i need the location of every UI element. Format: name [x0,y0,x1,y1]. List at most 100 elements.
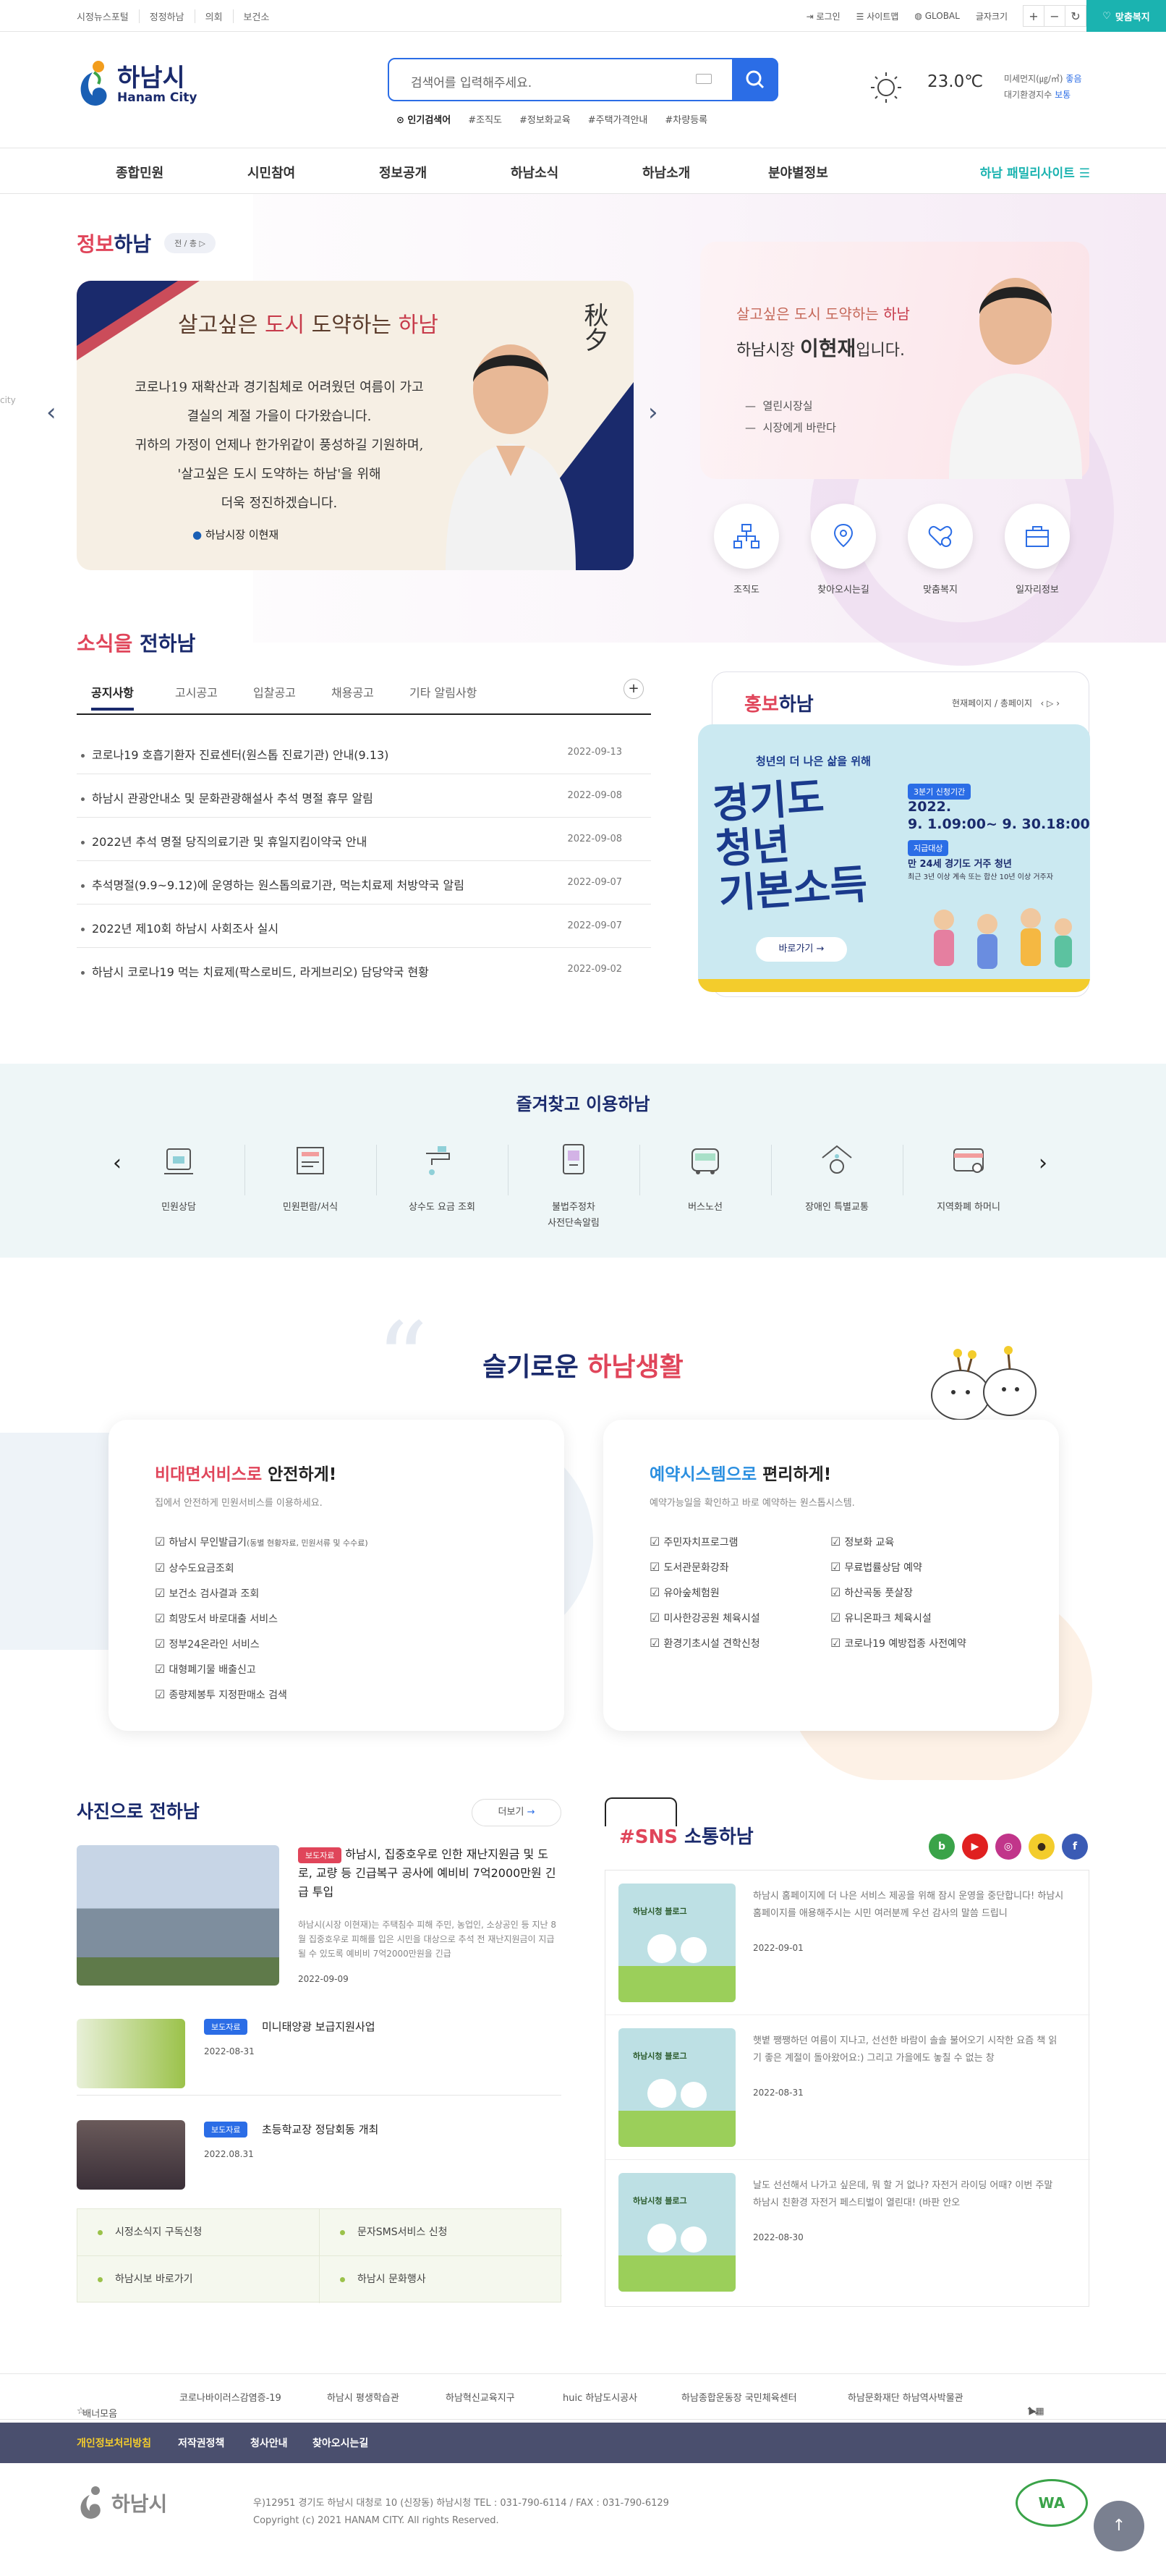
utility-link-news[interactable]: 시정뉴스포털 [77,9,140,23]
favorites-next-icon[interactable]: › [1039,1151,1047,1176]
sitemap-link[interactable]: ☰ 사이트맵 [856,10,899,22]
nav-participation[interactable]: 시민참여 [247,163,295,182]
city-hall-photo[interactable] [77,1845,279,1986]
photo-list-item[interactable]: 보도자료 초등학교장 정담회동 개최 2022.08.31 [77,2107,561,2194]
search-input[interactable]: 검색어를 입력해주세요. [411,72,532,90]
service-link[interactable]: 희망도서 바로대출 서비스 [155,1606,368,1632]
news-row[interactable]: 하남시 코로나19 먹는 치료제(팍스로비드, 라게브리오) 담당약국 현황 20… [77,948,651,991]
service-link[interactable]: 정부24온라인 서비스 [155,1632,368,1657]
nav-info-disclosure[interactable]: 정보공개 [379,163,427,182]
quick-directions[interactable]: 찾아오시는길 [807,504,880,596]
footer-copyright-policy-link[interactable]: 저작권정책 [178,2436,224,2450]
keyword-tag[interactable]: #주택가격안내 [588,112,648,126]
tab-public-notice[interactable]: 고시공고 [175,683,218,700]
fav-item-bus-routes[interactable]: 버스노선 [639,1139,771,1216]
utility-link-health[interactable]: 보건소 [234,9,280,23]
footer-privacy-link[interactable]: 개인정보처리방침 [77,2436,151,2450]
fav-item-parking-alert[interactable]: 불법주정차 사전단속알림 [508,1139,639,1232]
photo-main-item[interactable]: 보도자료 하남시, 집중호우로 인한 재난지원금 및 도로, 교량 등 긴급복구… [298,1845,561,1984]
tab-bid-notice[interactable]: 입찰공고 [253,683,296,700]
promo-banner-image[interactable]: 청년의 더 나은 삶을 위해 경기도 청년 기본소득 3분기 신청기간 2022… [698,724,1090,992]
link-newsletter-subscribe[interactable]: 시정소식지 구독신청 [77,2209,320,2256]
tab-recruitment[interactable]: 채용공고 [331,683,374,700]
instagram-icon[interactable]: ◎ [995,1834,1021,1860]
reservation-link[interactable]: 유아숲체험원 [650,1580,760,1606]
mayor-link-request[interactable]: — 시장에게 바란다 [745,417,836,438]
utility-link-council[interactable]: 의회 [195,9,234,23]
service-link[interactable]: 상수도요금조회 [155,1556,368,1581]
reservation-link[interactable]: 코로나19 예방접종 사전예약 [830,1631,966,1656]
reservation-link[interactable]: 도서관문화강좌 [650,1555,760,1580]
footer-directions-link[interactable]: 찾아오시는길 [312,2436,368,2450]
kakao-icon[interactable]: ● [1029,1834,1055,1860]
sns-post[interactable]: 하남시청 블로그 하남시 홈페이지에 더 나은 서비스 제공을 위해 잠시 운영… [605,1870,1090,2015]
news-row[interactable]: 2022년 제10회 하남시 사회조사 실시 2022-09-07 [77,904,651,948]
link-sms-service[interactable]: 문자SMS서비스 신청 [320,2209,562,2256]
scroll-top-button[interactable]: ↑ [1094,2501,1144,2551]
news-row[interactable]: 코로나19 호흡기환자 진료센터(원스톱 진료기관) 안내(9.13) 2022-… [77,731,651,774]
reservation-link[interactable]: 유니온파크 체육시설 [830,1606,966,1631]
login-link[interactable]: ⇥ 로그인 [807,10,841,22]
keyword-tag[interactable]: #조직도 [468,112,502,126]
banner-pager[interactable]: 전 / 총 ▷ [164,233,216,253]
quick-jobs[interactable]: 일자리정보 [1001,504,1073,596]
service-link[interactable]: 하남시 무인발급기(동별 현황자료, 민원서류 및 수수료) [155,1530,367,1556]
search-button[interactable] [732,58,778,101]
custom-welfare-button[interactable]: ♡ 맞춤복지 [1086,0,1166,32]
keyword-tag[interactable]: #정보화교육 [519,112,571,126]
mayor-link-open-office[interactable]: — 열린시장실 [745,395,836,417]
font-increase-button[interactable]: + [1023,5,1044,27]
photo-more-button[interactable]: 더보기 → [472,1799,561,1826]
mayor-card[interactable]: 살고싶은 도시 도약하는 하남 하남시장 이현재입니다. — 열린시장실 — 시… [700,242,1089,479]
banner-link[interactable]: 하남시 평생학습관 [327,2390,399,2404]
service-link[interactable]: 대형폐기물 배출신고 [155,1657,368,1682]
site-logo[interactable]: 하남시 Hanam City [77,59,197,111]
nav-hanam-news[interactable]: 하남소식 [511,163,558,182]
reservation-link[interactable]: 환경기초시설 견학신청 [650,1631,759,1656]
banner-prev-arrow-icon[interactable]: ‹ [46,398,56,427]
tab-notices[interactable]: 공지사항 [91,683,134,711]
prev-icon[interactable]: ‹ [1040,698,1044,708]
link-culture-events[interactable]: 하남시 문화행사 [320,2256,562,2303]
reservation-link[interactable]: 주민자치프로그램 [650,1530,760,1555]
reservation-link[interactable]: 무료법률상담 예약 [830,1555,966,1580]
nav-hanam-intro[interactable]: 하남소개 [642,163,690,182]
service-link[interactable]: 보건소 검사결과 조회 [155,1581,368,1606]
sns-post[interactable]: 하남시청 블로그 햇볕 쨍쨍하던 여름이 지나고, 선선한 바람이 솔솔 불어오… [605,2015,1090,2160]
fav-item-local-currency[interactable]: 지역화폐 하머니 [903,1139,1034,1216]
quick-custom-welfare[interactable]: 맞춤복지 [904,504,976,596]
fav-item-civil-forms[interactable]: 민원편람/서식 [244,1139,376,1216]
global-link[interactable]: ◍ GLOBAL [914,11,959,21]
news-more-plus-icon[interactable]: + [624,679,644,699]
footer-office-guide-link[interactable]: 청사안내 [250,2436,288,2450]
news-row[interactable]: 추석명절(9.9~9.12)에 운영하는 원스톱의료기관, 먹는치료제 처방약국… [77,861,651,904]
reservation-link[interactable]: 정보화 교육 [830,1530,966,1555]
keyword-tag[interactable]: #차량등록 [665,112,707,126]
blog-icon[interactable]: b [929,1834,955,1860]
keyboard-icon[interactable] [696,74,712,84]
nav-civil-service[interactable]: 종합민원 [116,163,163,182]
next-icon[interactable]: › [1056,698,1060,708]
banner-link[interactable]: 하남혁신교육지구 [446,2390,515,2404]
photo-list-item[interactable]: 보도자료 미니태양광 보급지원사업 2022-08-31 [77,2004,561,2096]
grid-icon[interactable]: ▦ [1035,2406,1044,2417]
youtube-icon[interactable]: ▶ [962,1834,988,1860]
facebook-icon[interactable]: f [1062,1834,1088,1860]
font-reset-button[interactable]: ↻ [1065,5,1086,27]
service-link[interactable]: 종량제봉투 지정판매소 검색 [155,1682,368,1708]
main-banner[interactable]: 살고싶은 도시 도약하는 하남 코로나19 재확산과 경기침체로 어려웠던 여름… [77,281,634,570]
banner-link[interactable]: 하남문화재단 하남역사박물관 [848,2390,963,2404]
fav-item-disability-transport[interactable]: 장애인 특별교통 [771,1139,903,1216]
reservation-link[interactable]: 하산곡동 풋살장 [830,1580,966,1606]
quick-org-chart[interactable]: 조직도 [710,504,783,596]
news-row[interactable]: 하남시 관광안내소 및 문화관광해설사 추석 명절 휴무 알림 2022-09-0… [77,774,651,818]
tab-other-notices[interactable]: 기타 알림사항 [409,683,477,700]
reservation-link[interactable]: 미사한강공원 체육시설 [650,1606,759,1631]
search-box[interactable]: 검색어를 입력해주세요. [388,58,778,101]
utility-link-jeongjeong[interactable]: 정정하남 [140,9,195,23]
fav-item-water-fee[interactable]: 상수도 요금 조회 [376,1139,508,1216]
banner-next-arrow-icon[interactable]: › [648,398,658,427]
banner-link[interactable]: 하남종합운동장 국민체육센터 [681,2390,797,2404]
banner-link[interactable]: 코로나바이러스감염증-19 [179,2390,281,2404]
link-city-bulletin[interactable]: 하남시보 바로가기 [77,2256,320,2303]
